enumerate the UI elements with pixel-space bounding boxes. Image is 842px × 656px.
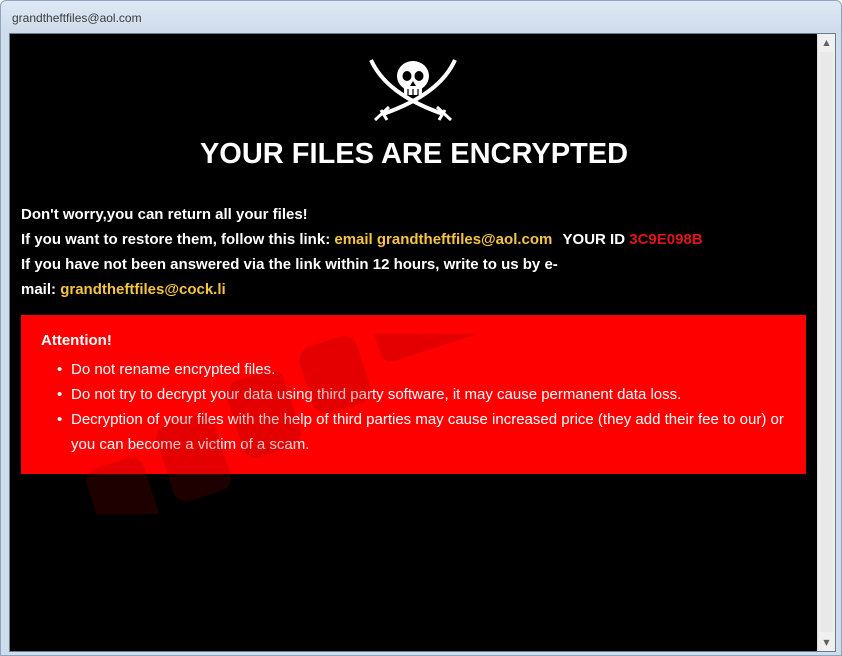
- attention-box: Attention! • Do not rename encrypted file…: [21, 315, 806, 474]
- bullet-icon: •: [57, 411, 63, 428]
- ransom-message: Don't worry,you can return all your file…: [21, 202, 703, 302]
- message-line-2: If you want to restore them, follow this…: [21, 227, 703, 252]
- triangle-down-icon[interactable]: ▼: [818, 634, 835, 651]
- note-content: YOUR FILES ARE ENCRYPTED Don't worry,you…: [10, 34, 818, 651]
- message-line-3: If you have not been answered via the li…: [21, 256, 558, 273]
- bullet-icon: •: [57, 386, 63, 403]
- vertical-scrollbar[interactable]: ▲ ▼: [817, 34, 835, 651]
- skull-crossed-swords-icon: [369, 59, 457, 122]
- page-heading: YOUR FILES ARE ENCRYPTED: [199, 138, 629, 170]
- backup-email: grandtheftfiles@cock.li: [60, 281, 226, 298]
- message-line-1: Don't worry,you can return all your file…: [21, 206, 308, 223]
- ransom-note-window: grandtheftfiles@aol.com YOUR FILES ARE E: [0, 0, 842, 656]
- attention-title: Attention!: [41, 332, 112, 349]
- attention-item: • Decryption of your files with the help …: [57, 407, 791, 457]
- victim-id: 3C9E098B: [629, 231, 703, 248]
- email-prefix: mail:: [21, 281, 61, 298]
- window-title: grandtheftfiles@aol.com: [12, 11, 142, 25]
- attention-item: • Do not rename encrypted files.: [57, 357, 791, 382]
- title-bar[interactable]: grandtheftfiles@aol.com: [1, 1, 841, 35]
- message-line-4: mail: grandtheftfiles@cock.li: [21, 277, 601, 302]
- attention-item: • Do not try to decrypt your data using t…: [57, 382, 791, 407]
- attention-list: • Do not rename encrypted files. • Do not …: [57, 357, 791, 457]
- window-client-area: YOUR FILES ARE ENCRYPTED Don't worry,you…: [9, 33, 836, 652]
- id-label: YOUR ID: [562, 231, 626, 248]
- scrollbar-track[interactable]: [820, 52, 833, 632]
- restore-instruction: If you want to restore them, follow this…: [21, 231, 335, 248]
- bullet-icon: •: [57, 361, 63, 378]
- triangle-up-icon[interactable]: ▲: [818, 34, 835, 51]
- contact-email-link[interactable]: email grandtheftfiles@aol.com: [334, 231, 552, 248]
